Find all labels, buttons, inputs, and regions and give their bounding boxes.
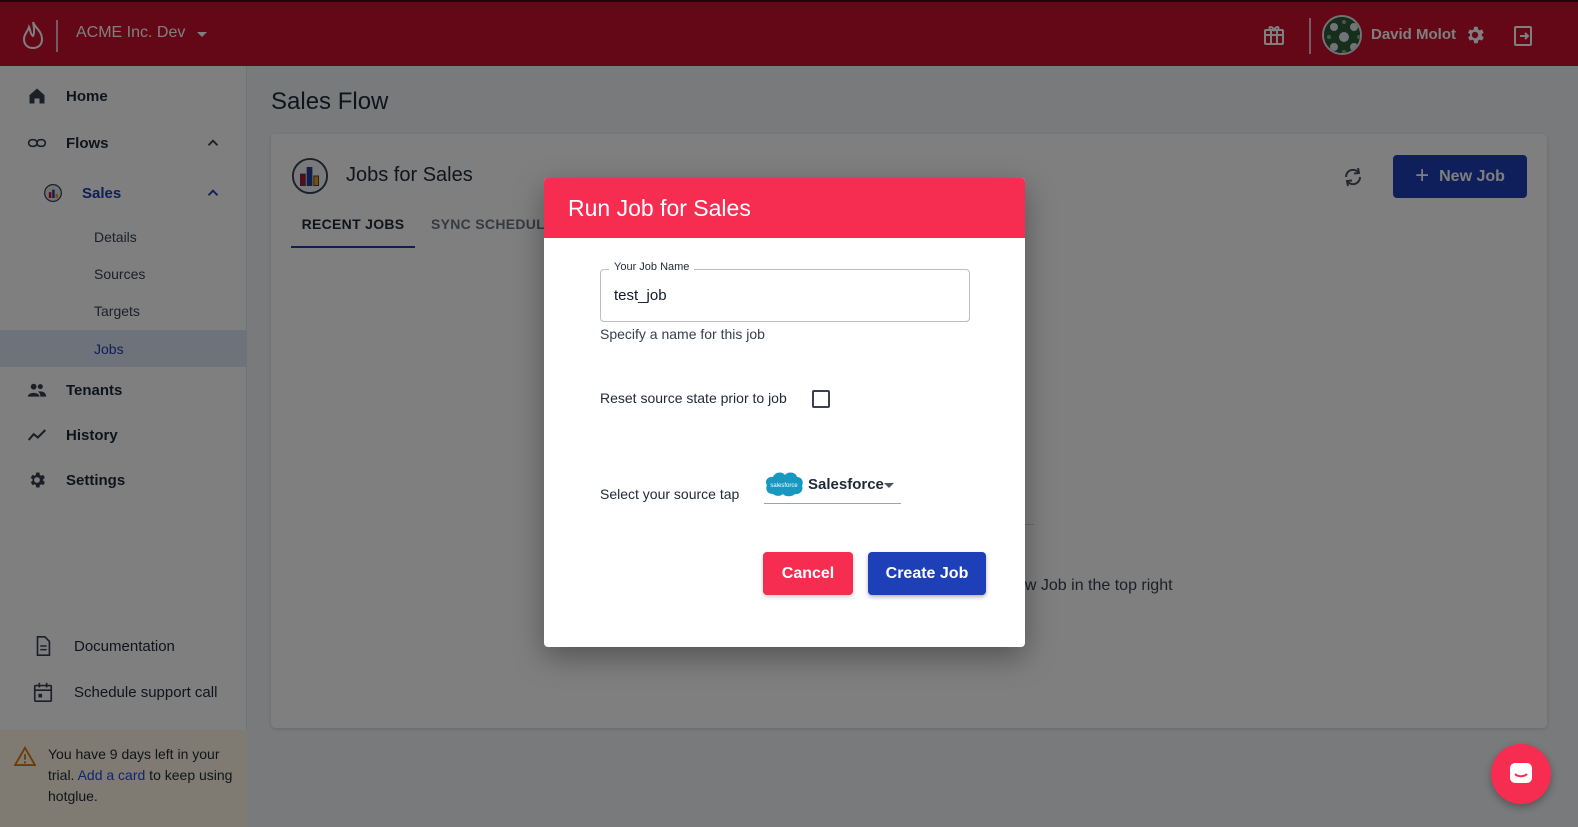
- job-name-label: Your Job Name: [609, 261, 695, 273]
- cancel-button[interactable]: Cancel: [763, 552, 853, 595]
- dialog-title: Run Job for Sales: [568, 195, 751, 221]
- source-tap-label: Select your source tap: [600, 486, 740, 502]
- caret-down-icon: [884, 483, 894, 488]
- salesforce-logo-icon: salesforce: [765, 472, 803, 497]
- chat-icon: [1510, 763, 1532, 783]
- job-name-field[interactable]: Your Job Name: [600, 261, 970, 322]
- job-name-helper: Specify a name for this job: [600, 326, 765, 342]
- dialog-header: Run Job for Sales: [544, 178, 1025, 238]
- reset-state-checkbox[interactable]: [812, 390, 830, 408]
- chat-button[interactable]: [1491, 744, 1551, 804]
- job-name-input[interactable]: [614, 287, 954, 304]
- source-tap-value: Salesforce: [808, 476, 884, 493]
- reset-state-label: Reset source state prior to job: [600, 390, 787, 406]
- salesforce-logo-text: salesforce: [770, 483, 798, 489]
- create-job-button[interactable]: Create Job: [868, 552, 986, 595]
- run-job-dialog: Run Job for Sales Your Job Name Specify …: [544, 178, 1025, 647]
- source-tap-select[interactable]: salesforce Salesforce: [764, 469, 901, 504]
